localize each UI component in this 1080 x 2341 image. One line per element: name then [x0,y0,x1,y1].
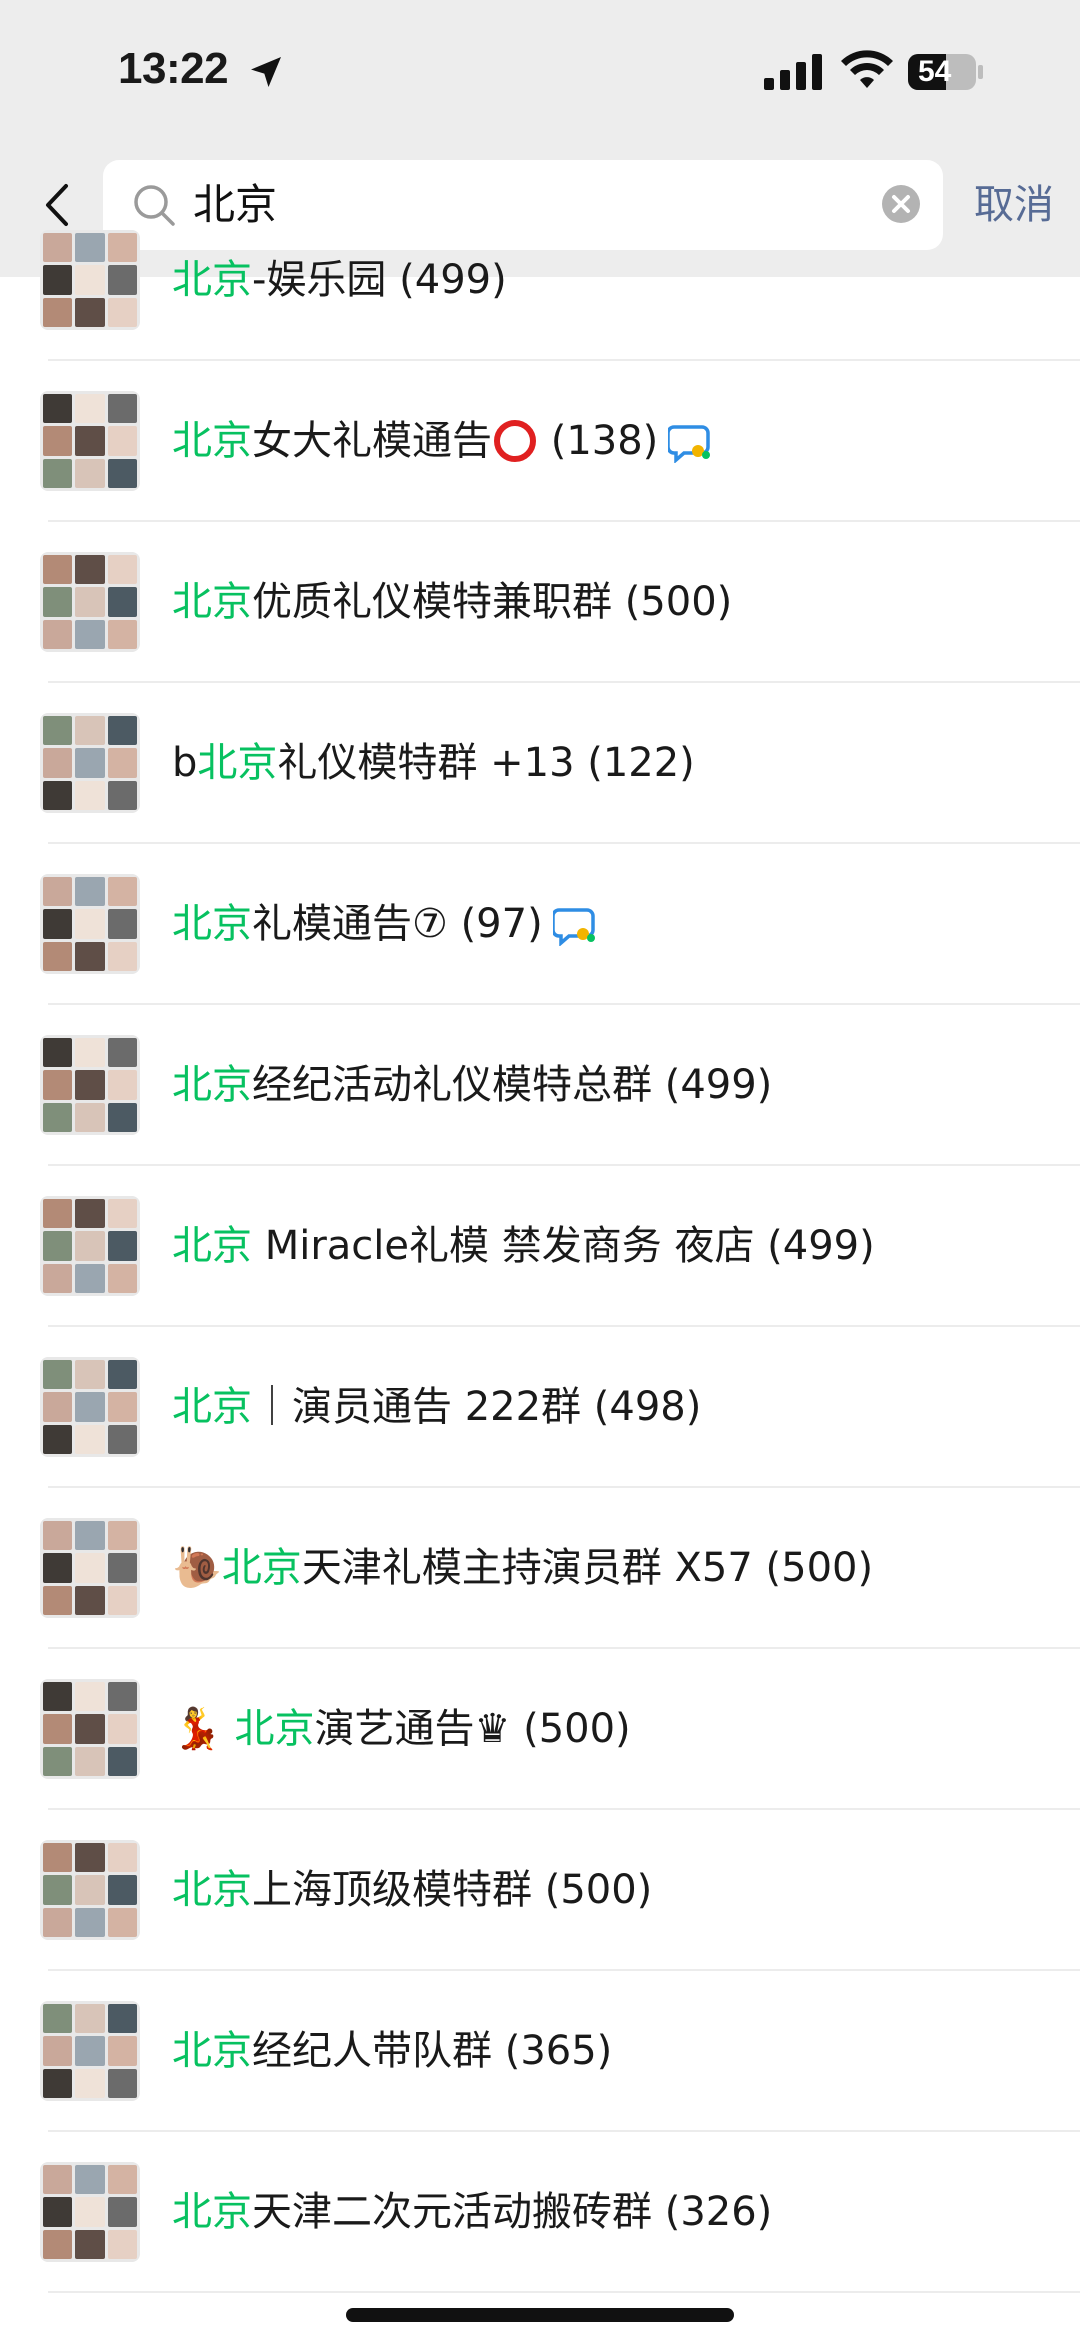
group-avatar [40,1357,140,1457]
group-name-rest: Miracle礼模 禁发商务 夜店 (499) [252,1223,875,1269]
search-highlight: 北京 [172,1867,252,1913]
group-avatar [40,874,140,974]
list-item[interactable]: 北京天津二次元活动搬砖群 (326) [0,2132,1080,2293]
search-highlight: 北京 [197,740,278,786]
search-highlight: 北京 [234,1706,315,1752]
search-highlight: 北京 [172,2189,252,2235]
battery-level: 54 [918,55,952,88]
group-name-rest: -娱乐园 (499) [252,257,507,303]
group-name-rest: 女大礼模通告 [252,418,492,464]
list-item[interactable]: 北京上海顶级模特群 (500) [0,1810,1080,1971]
group-avatar [40,2162,140,2262]
group-name-rest: 礼仪模特群 +13 (122) [277,740,695,786]
search-highlight: 北京 [172,579,252,625]
list-item[interactable]: 💃 北京演艺通告♛ (500) [0,1649,1080,1810]
location-arrow-icon [251,57,281,87]
list-item[interactable]: 🐌北京天津礼模主持演员群 X57 (500) [0,1488,1080,1649]
list-item[interactable]: b北京礼仪模特群 +13 (122) [0,683,1080,844]
group-name-rest: 演艺通告♛ (500) [314,1706,631,1752]
list-item[interactable]: 北京｜演员通告 222群 (498) [0,1327,1080,1488]
wifi-icon [841,50,893,88]
group-avatar [40,230,140,330]
group-name-rest: 经纪活动礼仪模特总群 (499) [252,1062,773,1108]
red-circle-icon [494,420,536,462]
group-avatar [40,1679,140,1779]
search-highlight: 北京 [172,2028,252,2074]
list-item[interactable]: 北京 Miracle礼模 禁发商务 夜店 (499) [0,1166,1080,1327]
group-name: 北京经纪活动礼仪模特总群 (499) [172,1055,772,1115]
group-name-rest: 上海顶级模特群 (500) [252,1867,653,1913]
group-name: 北京｜演员通告 222群 (498) [172,1377,701,1437]
group-name-rest: 经纪人带队群 (365) [252,2028,613,2074]
signal-icon [764,54,822,90]
group-avatar [40,1518,140,1618]
group-name-rest: 优质礼仪模特兼职群 (500) [252,579,733,625]
list-item[interactable]: 北京优质礼仪模特兼职群 (500) [0,522,1080,683]
list-item[interactable]: 北京经纪活动礼仪模特总群 (499) [0,1005,1080,1166]
group-name: 北京上海顶级模特群 (500) [172,1860,652,1920]
group-name: b北京礼仪模特群 +13 (122) [172,733,695,793]
group-name-rest: 天津二次元活动搬砖群 (326) [252,2189,773,2235]
group-avatar [40,391,140,491]
group-avatar [40,1840,140,1940]
group-name-rest: 礼模通告⑦ (97) [252,901,543,947]
group-avatar [40,2001,140,2101]
search-highlight: 北京 [172,901,252,947]
home-indicator [346,2308,734,2322]
group-name-prefix: 💃 [172,1706,235,1752]
search-highlight: 北京 [172,1384,252,1430]
group-name: 🐌北京天津礼模主持演员群 X57 (500) [172,1538,873,1598]
group-name: 北京 Miracle礼模 禁发商务 夜店 (499) [172,1216,875,1276]
search-highlight: 北京 [172,257,252,303]
list-item[interactable]: 北京经纪人带队群 (365) [0,1971,1080,2132]
group-name: 北京经纪人带队群 (365) [172,2021,612,2081]
group-name: 北京天津二次元活动搬砖群 (326) [172,2182,772,2242]
group-name-rest: ｜演员通告 222群 (498) [252,1384,702,1430]
list-item[interactable]: 北京-娱乐园 (499) [0,200,1080,361]
group-name-rest: 天津礼模主持演员群 X57 (500) [301,1545,874,1591]
chat-bubble-icon [668,425,711,463]
group-name-prefix: b [172,740,198,786]
group-name: 北京女大礼模通告 (138) [172,411,712,471]
group-avatar [40,713,140,813]
list-item[interactable]: 北京女大礼模通告 (138) [0,361,1080,522]
group-name: 北京礼模通告⑦ (97) [172,894,597,954]
group-name: 北京优质礼仪模特兼职群 (500) [172,572,732,632]
group-name: 北京-娱乐园 (499) [172,250,507,310]
group-avatar [40,552,140,652]
row-divider [48,2291,1080,2293]
status-bar: 13:22 54 [0,0,1080,150]
group-avatar [40,1196,140,1296]
group-member-count: (138) [538,418,659,464]
chat-bubble-icon [552,908,595,946]
search-highlight: 北京 [172,1062,252,1108]
group-avatar [40,1035,140,1135]
group-name: 💃 北京演艺通告♛ (500) [172,1699,631,1759]
search-highlight: 北京 [172,1223,252,1269]
status-time: 13:22 [118,44,229,93]
group-name-prefix: 🐌 [172,1545,222,1591]
search-highlight: 北京 [172,418,252,464]
search-highlight: 北京 [221,1545,302,1591]
list-item[interactable]: 北京礼模通告⑦ (97) [0,844,1080,1005]
